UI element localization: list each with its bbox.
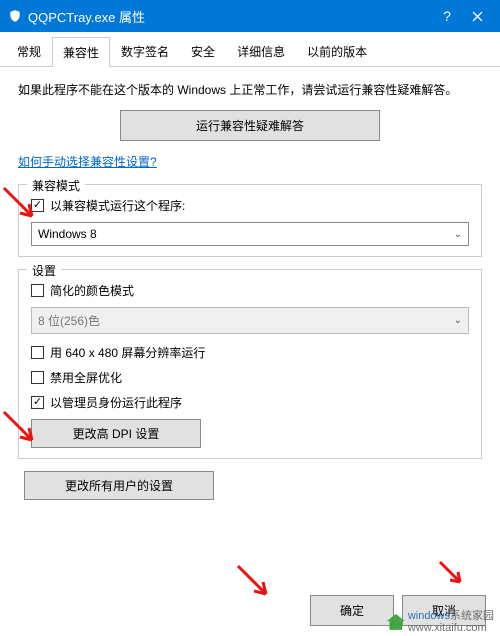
compat-mode-select[interactable]: Windows 8 ⌄ xyxy=(31,222,469,246)
fullscreen-checkbox[interactable] xyxy=(31,371,44,384)
color-mode-select: 8 位(256)色 ⌄ xyxy=(31,307,469,334)
compat-mode-label: 以兼容模式运行这个程序: xyxy=(50,197,185,214)
watermark-brand: windows xyxy=(408,610,450,622)
tab-compatibility[interactable]: 兼容性 xyxy=(52,37,110,67)
compat-mode-checkbox[interactable] xyxy=(31,199,44,212)
settings-group: 设置 简化的颜色模式 8 位(256)色 ⌄ 用 640 x 480 屏幕分辨率… xyxy=(18,269,482,459)
settings-group-label: 设置 xyxy=(27,262,61,279)
tab-security[interactable]: 安全 xyxy=(180,36,226,66)
watermark: windows系统家园 www.xitaifu.com xyxy=(387,610,494,634)
close-button[interactable] xyxy=(462,0,492,32)
color-select-value: 8 位(256)色 xyxy=(38,312,100,329)
fullscreen-label: 禁用全屏优化 xyxy=(50,369,122,386)
tab-details[interactable]: 详细信息 xyxy=(226,36,296,66)
tab-signatures[interactable]: 数字签名 xyxy=(110,36,180,66)
help-link[interactable]: 如何手动选择兼容性设置? xyxy=(18,153,157,170)
house-icon xyxy=(387,614,405,630)
resolution-label: 用 640 x 480 屏幕分辨率运行 xyxy=(50,344,205,361)
troubleshoot-button[interactable]: 运行兼容性疑难解答 xyxy=(120,110,380,141)
resolution-checkbox[interactable] xyxy=(31,346,44,359)
tab-previous[interactable]: 以前的版本 xyxy=(296,36,378,66)
compat-mode-group: 兼容模式 以兼容模式运行这个程序: Windows 8 ⌄ xyxy=(18,184,482,257)
ok-button[interactable]: 确定 xyxy=(310,595,394,626)
tab-general[interactable]: 常规 xyxy=(6,36,52,66)
dpi-settings-button[interactable]: 更改高 DPI 设置 xyxy=(31,419,201,448)
annotation-arrow xyxy=(236,564,276,604)
tab-content: 如果此程序不能在这个版本的 Windows 上正常工作，请尝试运行兼容性疑难解答… xyxy=(0,67,500,508)
chevron-down-icon: ⌄ xyxy=(454,315,462,326)
watermark-site: 系统家园 xyxy=(450,610,494,622)
window-title: QQPCTray.exe 属性 xyxy=(28,7,432,26)
titlebar: QQPCTray.exe 属性 ? xyxy=(0,0,500,32)
intro-text: 如果此程序不能在这个版本的 Windows 上正常工作，请尝试运行兼容性疑难解答… xyxy=(18,81,482,100)
admin-checkbox[interactable] xyxy=(31,396,44,409)
color-mode-label: 简化的颜色模式 xyxy=(50,282,134,299)
tab-strip: 常规 兼容性 数字签名 安全 详细信息 以前的版本 xyxy=(0,36,500,67)
admin-label: 以管理员身份运行此程序 xyxy=(50,394,182,411)
annotation-arrow xyxy=(438,560,468,590)
all-users-button[interactable]: 更改所有用户的设置 xyxy=(24,471,214,500)
shield-icon xyxy=(8,9,22,23)
chevron-down-icon: ⌄ xyxy=(454,229,462,240)
help-button[interactable]: ? xyxy=(432,0,462,32)
compat-group-label: 兼容模式 xyxy=(27,177,85,194)
compat-select-value: Windows 8 xyxy=(38,227,97,241)
watermark-url: www.xitaifu.com xyxy=(408,622,487,634)
color-mode-checkbox[interactable] xyxy=(31,284,44,297)
